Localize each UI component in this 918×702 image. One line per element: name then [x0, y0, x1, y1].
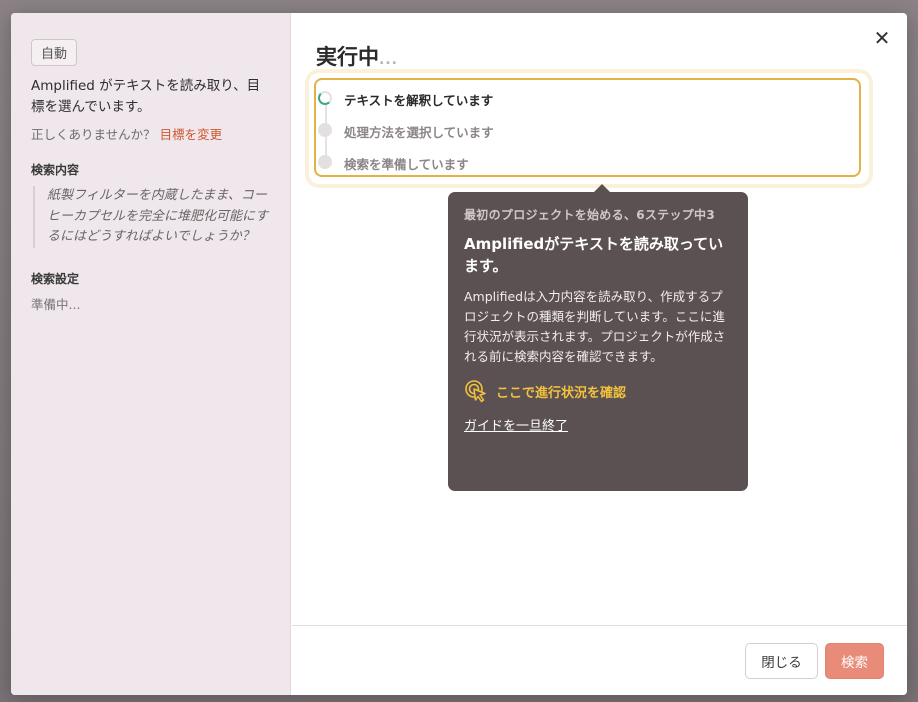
wrong-goal-prompt: 正しくありませんか？ — [31, 127, 156, 142]
tooltip-arrow — [594, 184, 610, 192]
query-text: 紙製フィルターを内蔵したまま、コーヒーカプセルを完全に堆肥化可能にするにはどうす… — [33, 186, 270, 248]
wrong-goal-line: 正しくありませんか？ 目標を変更 — [31, 124, 270, 143]
guide-body: Amplifiedは入力内容を読み取り、作成するプロジェクトの種類を判断していま… — [464, 289, 726, 364]
guide-step-counter: 最初のプロジェクトを始める、6ステップ中3 — [464, 208, 716, 222]
step-item-1: テキストを解釈しています — [316, 88, 816, 108]
page-title: 実行中... — [316, 41, 398, 71]
guide-tooltip: 最初のプロジェクトを始める、6ステップ中3 Amplifiedがテキストを読み取… — [448, 184, 748, 491]
guide-heading: Amplifiedがテキストを読み取っています。 — [464, 235, 724, 275]
exit-guide-link[interactable]: ガイドを一旦終了 — [464, 415, 568, 434]
dialog-footer: 閉じる 検索 — [292, 625, 907, 695]
query-section-title: 検索内容 — [31, 163, 80, 177]
step-item-2: 処理方法を選択しています — [316, 120, 816, 140]
pointer-click-icon — [465, 380, 486, 403]
settings-section-title: 検索設定 — [31, 271, 80, 286]
mode-badge: 自動 — [31, 39, 78, 66]
spinner-icon — [318, 91, 332, 105]
step-label: テキストを解釈しています — [344, 93, 494, 108]
run-dialog: 自動 Amplified がテキストを読み取り、目標を選んでいます。 正しくあり… — [11, 13, 907, 695]
pending-dot-icon — [318, 123, 332, 137]
step-item-3: 検索を準備しています — [316, 152, 816, 172]
pending-dot-icon — [318, 155, 332, 169]
change-goal-link[interactable]: 目標を変更 — [160, 127, 223, 142]
step-label: 処理方法を選択しています — [344, 125, 494, 140]
settings-status: 準備中... — [31, 296, 81, 312]
progress-pane: 実行中... ✕ テキストを解釈しています 処理方法を選択しています 検索を準備… — [292, 13, 907, 625]
page-title-text: 実行中 — [316, 45, 379, 69]
progress-steps: テキストを解釈しています 処理方法を選択しています 検索を準備しています — [314, 78, 861, 177]
step-label: 検索を準備しています — [344, 157, 469, 172]
close-button[interactable]: 閉じる — [745, 643, 818, 679]
view-progress-label: ここで進行状況を確認 — [496, 385, 627, 401]
search-button[interactable]: 検索 — [825, 643, 884, 679]
view-progress-action[interactable]: ここで進行状況を確認 — [464, 379, 732, 403]
reading-status-text: Amplified がテキストを読み取り、目標を選んでいます。 — [31, 78, 261, 115]
close-icon[interactable]: ✕ — [871, 27, 893, 49]
summary-sidebar: 自動 Amplified がテキストを読み取り、目標を選んでいます。 正しくあり… — [11, 13, 291, 695]
loading-dots: ... — [379, 52, 398, 68]
